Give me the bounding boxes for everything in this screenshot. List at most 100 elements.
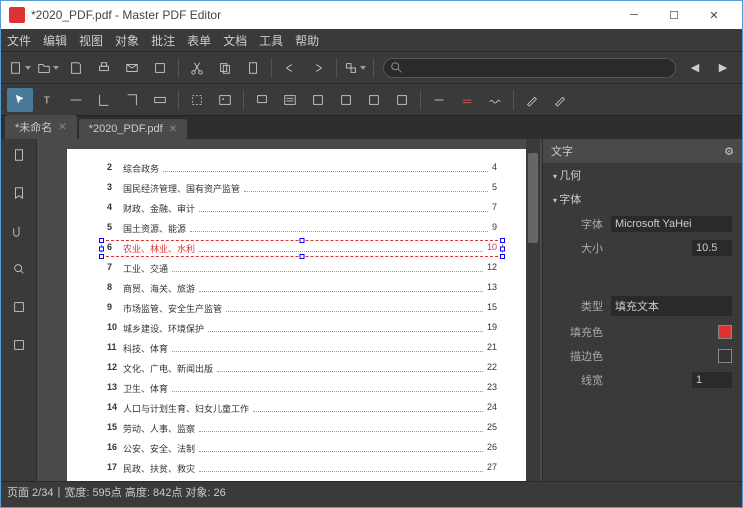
linewidth-value[interactable]: 1 <box>692 372 732 388</box>
settings-icon[interactable]: ⚙ <box>724 145 734 158</box>
toc-row[interactable]: 5国土资源、能源9 <box>107 222 497 235</box>
menu-forms[interactable]: 表单 <box>187 32 211 49</box>
vertical-scrollbar[interactable] <box>526 139 540 481</box>
undo-button[interactable] <box>277 56 303 80</box>
tabbar: *未命名✕ *2020_PDF.pdf✕ <box>1 115 742 139</box>
scrollbar-thumb[interactable] <box>528 153 538 243</box>
menu-object[interactable]: 对象 <box>115 32 139 49</box>
maximize-button[interactable]: ☐ <box>654 1 694 29</box>
toc-title: 民政、扶贫、救灾 <box>123 462 195 475</box>
status-height: 高度: 842点 <box>125 484 182 500</box>
copy-button[interactable] <box>212 56 238 80</box>
search-prev-button[interactable]: ◀ <box>682 56 708 80</box>
edit-tool[interactable] <box>63 88 89 112</box>
toc-number: 4 <box>107 202 123 215</box>
font-value[interactable]: Microsoft YaHei <box>611 216 732 232</box>
cut-button[interactable] <box>184 56 210 80</box>
close-icon[interactable]: ✕ <box>58 122 66 133</box>
layers-panel-button[interactable] <box>9 297 29 317</box>
search-input[interactable] <box>383 58 676 78</box>
minimize-button[interactable]: ─ <box>614 1 654 29</box>
toc-row[interactable]: 11科技、体育21 <box>107 342 497 355</box>
menu-help[interactable]: 帮助 <box>295 32 319 49</box>
search-panel-button[interactable] <box>9 259 29 279</box>
menu-tools[interactable]: 工具 <box>259 32 283 49</box>
tab-unnamed[interactable]: *未命名✕ <box>5 115 77 139</box>
toc-title: 市场监管、安全生产监管 <box>123 302 222 315</box>
toc-row[interactable]: 3国民经济管理、国有资产监管5 <box>107 182 497 195</box>
menu-annotate[interactable]: 批注 <box>151 32 175 49</box>
shape-tool[interactable] <box>333 88 359 112</box>
measure-tool[interactable] <box>389 88 415 112</box>
note-tool[interactable] <box>249 88 275 112</box>
wavy-tool[interactable] <box>482 88 508 112</box>
menu-document[interactable]: 文档 <box>223 32 247 49</box>
open-button[interactable] <box>35 56 61 80</box>
link-tool[interactable] <box>91 88 117 112</box>
toc-page: 12 <box>487 262 497 275</box>
toc-row[interactable]: 12文化、广电、新闻出版22 <box>107 362 497 375</box>
menu-file[interactable]: 文件 <box>7 32 31 49</box>
attach-tool[interactable] <box>361 88 387 112</box>
paste-button[interactable] <box>240 56 266 80</box>
close-button[interactable]: ✕ <box>694 1 734 29</box>
toc-page: 21 <box>487 342 497 355</box>
pen-tool[interactable] <box>547 88 573 112</box>
new-button[interactable] <box>7 56 33 80</box>
document-view[interactable]: 2综合政务43国民经济管理、国有资产监管54财政、金融、审计75国土资源、能源9… <box>37 139 542 481</box>
toc-page: 4 <box>492 162 497 175</box>
toc-row[interactable]: 4财政、金融、审计7 <box>107 202 497 215</box>
search-next-button[interactable]: ▶ <box>710 56 736 80</box>
toc-row[interactable]: 16公安、安全、法制26 <box>107 442 497 455</box>
toc-row[interactable]: 2综合政务4 <box>107 162 497 175</box>
toc-row[interactable]: 15劳动、人事、监察25 <box>107 422 497 435</box>
menu-edit[interactable]: 编辑 <box>43 32 67 49</box>
select-tool[interactable] <box>7 88 33 112</box>
redo-button[interactable] <box>305 56 331 80</box>
toc-title: 财政、金融、审计 <box>123 202 195 215</box>
strike-tool[interactable] <box>454 88 480 112</box>
bookmarks-panel-button[interactable] <box>9 183 29 203</box>
toc-number: 8 <box>107 282 123 295</box>
size-value[interactable]: 10.5 <box>692 240 732 256</box>
toc-row[interactable]: 8商贸、海关、旅游13 <box>107 282 497 295</box>
toc-row[interactable]: 9市场监管、安全生产监管15 <box>107 302 497 315</box>
toc-title: 城乡建设、环境保护 <box>123 322 204 335</box>
stamp-tool[interactable] <box>305 88 331 112</box>
fill-label: 填充色 <box>553 324 603 340</box>
print-button[interactable] <box>91 56 117 80</box>
text-tool[interactable]: T <box>35 88 61 112</box>
stroke-color-swatch[interactable] <box>718 349 732 363</box>
crop-tool[interactable] <box>184 88 210 112</box>
toc-row[interactable]: 14人口与计划生育、妇女儿童工作24 <box>107 402 497 415</box>
pages-panel-button[interactable] <box>9 145 29 165</box>
form-tool[interactable] <box>147 88 173 112</box>
pencil-tool[interactable] <box>519 88 545 112</box>
toc-title: 文化、广电、新闻出版 <box>123 362 213 375</box>
menu-view[interactable]: 视图 <box>79 32 103 49</box>
tab-2020pdf[interactable]: *2020_PDF.pdf✕ <box>79 119 187 139</box>
type-value[interactable]: 填充文本 <box>611 296 732 316</box>
toc-row[interactable]: 10城乡建设、环境保护19 <box>107 322 497 335</box>
underline-tool[interactable] <box>426 88 452 112</box>
toc-row[interactable]: 17民政、扶贫、救灾27 <box>107 462 497 475</box>
toc-row[interactable]: 6农业、林业、水利10 <box>107 242 497 255</box>
save-button[interactable] <box>63 56 89 80</box>
toc-row[interactable]: 13卫生、体育23 <box>107 382 497 395</box>
attachments-panel-button[interactable] <box>9 221 29 241</box>
sign-panel-button[interactable] <box>9 335 29 355</box>
highlight-tool[interactable] <box>277 88 303 112</box>
section-geometry[interactable]: 几何 <box>543 163 742 187</box>
toc-page: 5 <box>492 182 497 195</box>
email-button[interactable] <box>119 56 145 80</box>
section-font[interactable]: 字体 <box>543 187 742 211</box>
close-icon[interactable]: ✕ <box>169 124 177 135</box>
toc-row[interactable]: 7工业、交通12 <box>107 262 497 275</box>
scan-button[interactable] <box>147 56 173 80</box>
properties-panel: 文字 ⚙ 几何 字体 字体Microsoft YaHei 大小10.5 类型填充… <box>542 139 742 481</box>
fill-color-swatch[interactable] <box>718 325 732 339</box>
image-tool[interactable] <box>212 88 238 112</box>
zoom-button[interactable] <box>342 56 368 80</box>
anchor-tool[interactable] <box>119 88 145 112</box>
toc-title: 国民经济管理、国有资产监管 <box>123 182 240 195</box>
